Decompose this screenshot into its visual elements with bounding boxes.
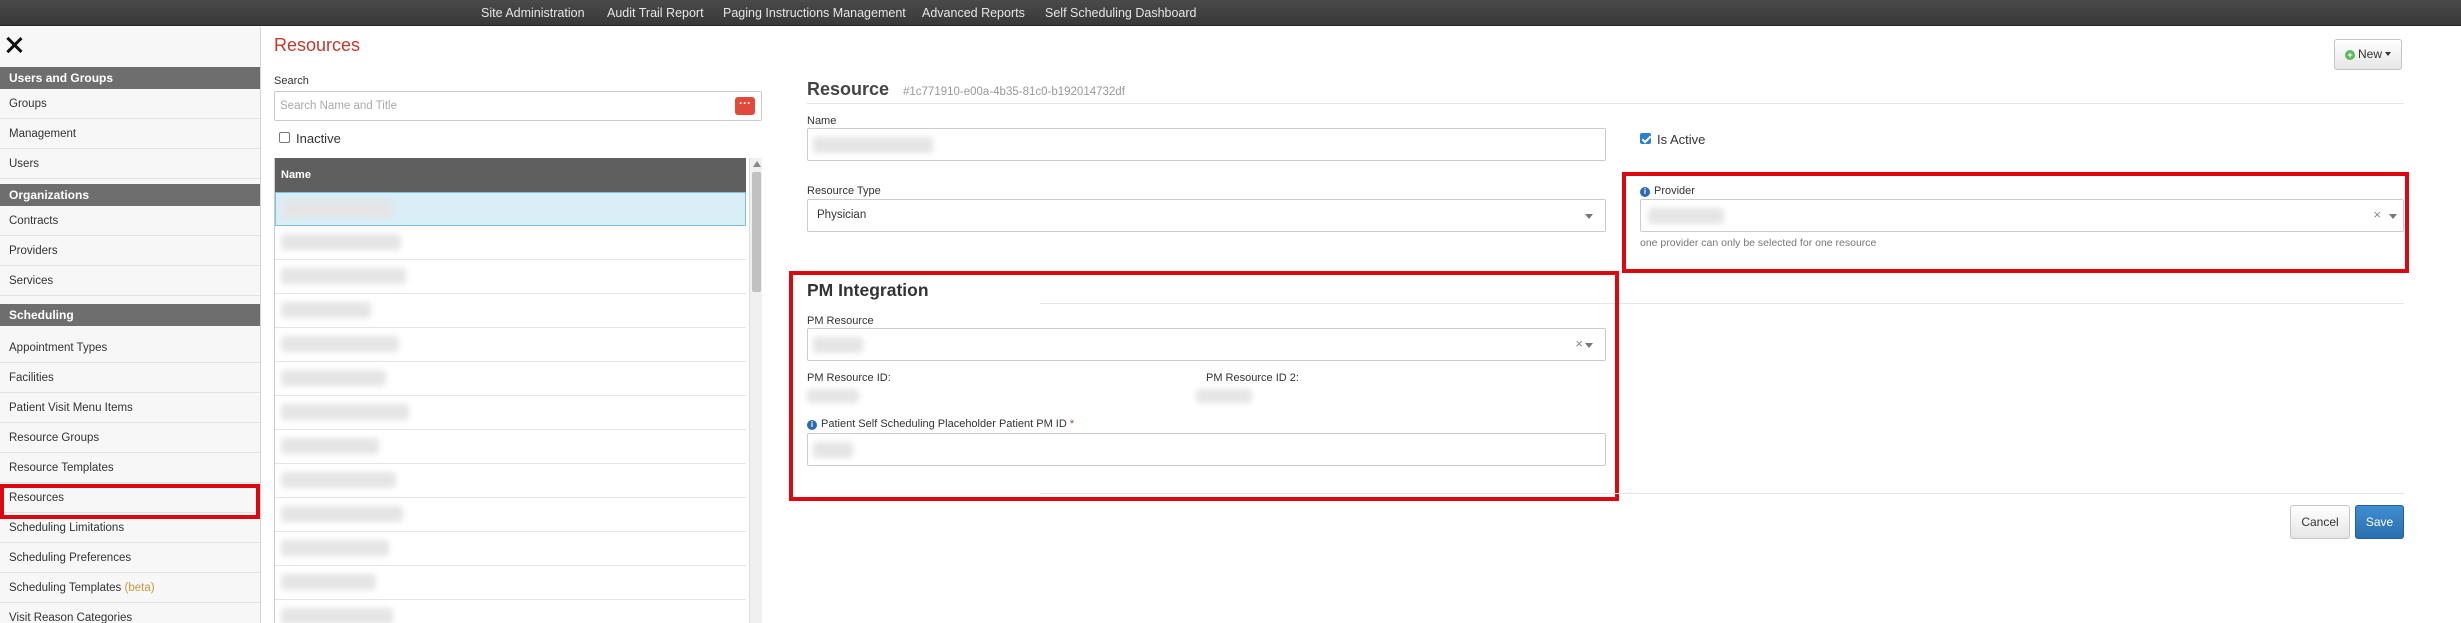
- sidebar-item-resource-templates[interactable]: Resource Templates: [0, 453, 260, 483]
- list-item[interactable]: [275, 464, 746, 498]
- column-header-name[interactable]: Name: [275, 158, 746, 192]
- new-button[interactable]: + New: [2334, 39, 2402, 70]
- info-icon: i: [807, 420, 817, 430]
- list-item[interactable]: [275, 328, 746, 362]
- chevron-down-icon: [1585, 343, 1593, 348]
- clear-icon[interactable]: ×: [1575, 336, 1583, 351]
- sidebar-item-resource-groups[interactable]: Resource Groups: [0, 423, 260, 453]
- sidebar-item-providers[interactable]: Providers: [0, 236, 260, 266]
- list-item[interactable]: [275, 566, 746, 600]
- caret-down-icon: [2385, 52, 2391, 56]
- pm-resource-label: PM Resource: [807, 315, 874, 327]
- chevron-down-icon: [2389, 214, 2397, 219]
- clear-icon[interactable]: ×: [2373, 207, 2381, 222]
- more-options-icon[interactable]: ···: [735, 97, 755, 115]
- sidebar-item-appointment-types[interactable]: Appointment Types: [0, 333, 260, 363]
- list-item[interactable]: [275, 362, 746, 396]
- provider-label-row: i Provider: [1640, 185, 1695, 197]
- nav-audit-trail-report[interactable]: Audit Trail Report: [607, 6, 704, 20]
- pm-integration-title: PM Integration: [807, 280, 929, 300]
- sidebar-item-visit-reason-categories[interactable]: Visit Reason Categories: [0, 603, 260, 623]
- required-mark: *: [1069, 418, 1075, 430]
- divider: [1040, 493, 2404, 494]
- top-navigation: Site Administration Audit Trail Report P…: [0, 0, 2461, 26]
- scroll-up-icon[interactable]: [753, 161, 761, 167]
- resource-type-label: Resource Type: [807, 185, 881, 197]
- sidebar: Users and Groups Groups Management Users…: [0, 27, 261, 623]
- nav-paging-instructions-management[interactable]: Paging Instructions Management: [723, 6, 906, 20]
- divider: [1040, 303, 2404, 304]
- list-item[interactable]: [275, 532, 746, 566]
- list-item[interactable]: [275, 226, 746, 260]
- page-title: Resources: [274, 35, 361, 55]
- info-icon: i: [1640, 187, 1650, 197]
- sidebar-item-scheduling-limitations[interactable]: Scheduling Limitations: [0, 513, 260, 543]
- sidebar-item-scheduling-templates[interactable]: Scheduling Templates (beta): [0, 573, 260, 603]
- chevron-down-icon: [1585, 214, 1593, 219]
- provider-select[interactable]: ×: [1640, 199, 2404, 232]
- list-item[interactable]: [275, 396, 746, 430]
- is-active-label: Is Active: [1657, 132, 1706, 147]
- nav-advanced-reports[interactable]: Advanced Reports: [922, 6, 1025, 20]
- divider: [807, 103, 2404, 104]
- search-field: ···: [274, 91, 762, 121]
- sidebar-section-organizations: Organizations: [0, 184, 260, 206]
- sidebar-item-scheduling-preferences[interactable]: Scheduling Preferences: [0, 543, 260, 573]
- beta-badge: (beta): [124, 582, 155, 594]
- sidebar-item-users[interactable]: Users: [0, 149, 260, 179]
- resource-type-select[interactable]: Physician: [807, 199, 1606, 232]
- plus-icon: +: [2344, 50, 2355, 60]
- list-item[interactable]: [275, 600, 746, 623]
- placeholder-patient-label: Patient Self Scheduling Placeholder Pati…: [821, 418, 1067, 430]
- sidebar-section-users-and-groups: Users and Groups: [0, 67, 260, 89]
- search-label: Search: [274, 75, 309, 87]
- pm-resource-id-value: [807, 389, 859, 403]
- name-input[interactable]: [807, 128, 1606, 161]
- sidebar-section-scheduling: Scheduling: [0, 304, 260, 326]
- new-button-label: New: [2357, 47, 2382, 61]
- resource-type-value: Physician: [817, 209, 867, 221]
- list-item[interactable]: [275, 192, 746, 226]
- resource-list: Name: [274, 158, 762, 623]
- save-button[interactable]: Save: [2355, 505, 2404, 539]
- close-icon[interactable]: [4, 35, 24, 55]
- nav-site-administration[interactable]: Site Administration: [481, 6, 585, 20]
- sidebar-item-contracts[interactable]: Contracts: [0, 206, 260, 236]
- placeholder-patient-input[interactable]: [807, 433, 1606, 466]
- pm-resource-id2-value: [1196, 389, 1252, 403]
- pm-resource-id-label: PM Resource ID:: [807, 372, 891, 384]
- list-item[interactable]: [275, 430, 746, 464]
- list-item[interactable]: [275, 260, 746, 294]
- inactive-label: Inactive: [296, 131, 341, 146]
- nav-self-scheduling-dashboard[interactable]: Self Scheduling Dashboard: [1045, 6, 1197, 20]
- sidebar-item-management[interactable]: Management: [0, 119, 260, 149]
- list-item[interactable]: [275, 498, 746, 532]
- highlight-pm-integration: [789, 271, 1619, 501]
- name-label: Name: [807, 115, 837, 127]
- resource-id: #1c771910-e00a-4b35-81c0-b192014732df: [903, 86, 1125, 98]
- placeholder-patient-label-row: i Patient Self Scheduling Placeholder Pat…: [807, 418, 1074, 430]
- list-item[interactable]: [275, 294, 746, 328]
- sidebar-item-groups[interactable]: Groups: [0, 89, 260, 119]
- list-scrollbar[interactable]: [749, 158, 762, 623]
- pm-resource-id2-label: PM Resource ID 2:: [1206, 372, 1299, 384]
- cancel-button[interactable]: Cancel: [2290, 505, 2350, 539]
- provider-help-text: one provider can only be selected for on…: [1640, 237, 1877, 249]
- sidebar-item-services[interactable]: Services: [0, 266, 260, 296]
- pm-resource-select[interactable]: ×: [807, 328, 1606, 361]
- sidebar-item-label: Scheduling Templates: [9, 582, 122, 594]
- search-input[interactable]: [275, 92, 715, 120]
- scrollbar-thumb[interactable]: [752, 172, 761, 292]
- form-title: Resource: [807, 79, 890, 99]
- inactive-checkbox[interactable]: [279, 132, 290, 143]
- sidebar-item-resources[interactable]: Resources: [0, 483, 260, 513]
- provider-label: Provider: [1654, 185, 1695, 197]
- is-active-checkbox[interactable]: [1640, 133, 1651, 144]
- sidebar-item-patient-visit-menu-items[interactable]: Patient Visit Menu Items: [0, 393, 260, 423]
- sidebar-item-facilities[interactable]: Facilities: [0, 363, 260, 393]
